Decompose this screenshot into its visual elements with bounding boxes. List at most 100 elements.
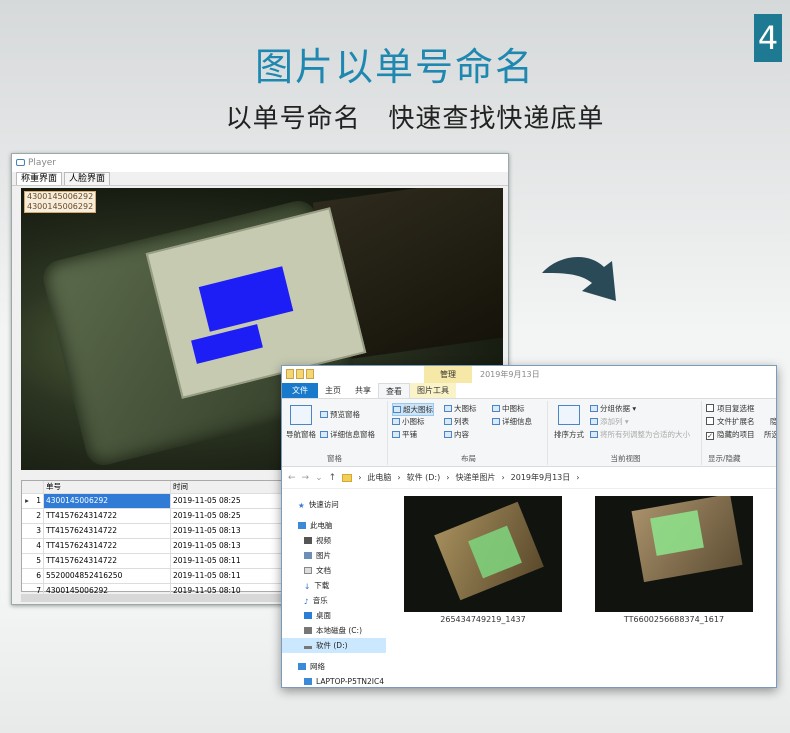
download-icon: ↓ (304, 582, 311, 591)
back-icon[interactable]: ← (288, 473, 296, 483)
file-name[interactable]: 265434749219_1437 (404, 615, 562, 624)
quick-access-toolbar (286, 369, 314, 379)
cell-order[interactable]: TT4157624314722 (44, 554, 171, 568)
folder-icon (342, 473, 353, 482)
checkbox-checked[interactable]: ✓ (706, 432, 714, 440)
curved-arrow-icon (542, 256, 616, 301)
ribbon-group-label: 显示/隐藏 (708, 454, 741, 463)
tab-picture-tools[interactable]: 图片工具 (410, 383, 456, 398)
group-by-icon (590, 405, 598, 412)
item-checkboxes-toggle[interactable]: 项目复选框 (706, 403, 755, 414)
file-extensions-toggle[interactable]: 文件扩展名 (706, 416, 755, 427)
nav-item-network[interactable]: 网络 (282, 659, 386, 674)
size-columns-button[interactable]: 将所有列调整为合适的大小 (590, 429, 690, 440)
breadcrumb-item[interactable]: 软件 (D:) (407, 472, 441, 483)
recent-locations-icon[interactable]: ⌄ (315, 473, 323, 483)
checkbox[interactable] (706, 417, 714, 425)
music-icon: ♪ (304, 597, 309, 606)
nav-item-desktop[interactable]: 桌面 (282, 608, 386, 623)
nav-item-local-disk[interactable]: 本地磁盘 (C:) (282, 623, 386, 638)
up-icon[interactable]: ↑ (329, 473, 337, 483)
ribbon-group-panes: 导航窗格 预览窗格 详细信息窗格 窗格 (282, 401, 388, 465)
breadcrumb-item[interactable]: 快递单图片 (455, 472, 495, 483)
preview-pane-button[interactable]: 预览窗格 (320, 409, 360, 420)
list-icon (444, 418, 452, 425)
drive-icon (304, 646, 312, 649)
nav-item-pictures[interactable]: 图片 (282, 548, 386, 563)
manage-context-label: 管理 (424, 366, 472, 383)
file-thumbnail[interactable] (595, 496, 753, 612)
nav-item-software-disk[interactable]: 软件 (D:) (282, 638, 386, 653)
nav-item-music[interactable]: ♪ 音乐 (282, 593, 386, 608)
layout-medium-icons[interactable]: 中图标 (492, 403, 525, 414)
new-folder-icon[interactable] (306, 369, 314, 379)
navigation-pane-button[interactable]: 导航窗格 (286, 429, 316, 440)
computer-icon (298, 522, 306, 529)
layout-xl-icons[interactable]: 超大图标 (392, 403, 434, 416)
star-icon: ★ (298, 501, 305, 510)
file-name[interactable]: TT6600256688374_1617 (595, 615, 753, 624)
player-tabs: 称重界面 人脸界面 (12, 172, 508, 186)
layout-content[interactable]: 内容 (444, 429, 469, 440)
desktop-icon (304, 612, 312, 619)
breadcrumb-item[interactable]: 2019年9月13日 (511, 472, 571, 483)
add-columns-button[interactable]: 添加列 ▾ (590, 416, 629, 427)
layout-large-icons[interactable]: 大图标 (444, 403, 477, 414)
layout-list[interactable]: 列表 (444, 416, 469, 427)
details-icon (492, 418, 500, 425)
ribbon-group-layout: 超大图标 大图标 中图标 小图标 列表 详细信息 平铺 内容 布局 (390, 401, 548, 465)
checkbox[interactable] (706, 404, 714, 412)
layout-small-icons[interactable]: 小图标 (392, 416, 425, 427)
network-icon (298, 663, 306, 670)
tab-view[interactable]: 查看 (378, 383, 410, 398)
cell-order[interactable]: 5520004852416250 (44, 569, 171, 583)
details-pane-button[interactable]: 详细信息窗格 (320, 429, 375, 440)
file-thumbnail[interactable] (404, 496, 562, 612)
properties-icon[interactable] (296, 369, 304, 379)
layout-details[interactable]: 详细信息 (492, 416, 532, 427)
row-number: 3 (32, 524, 44, 538)
nav-item-downloads[interactable]: ↓ 下载 (282, 578, 386, 593)
ribbon-group-current-view: 排序方式 分组依据 ▾ 添加列 ▾ 将所有列调整为合适的大小 当前视图 (550, 401, 702, 465)
sort-by-button[interactable]: 排序方式 (554, 429, 584, 440)
content-icon (444, 431, 452, 438)
cell-order[interactable]: TT4157624314722 (44, 509, 171, 523)
ribbon-tabs: 文件 主页 共享 查看 图片工具 (282, 383, 776, 399)
tab-file[interactable]: 文件 (282, 383, 318, 398)
cell-order[interactable]: TT4157624314722 (44, 539, 171, 553)
tab-home[interactable]: 主页 (318, 383, 348, 398)
file-list: 265434749219_1437 TT6600256688374_1617 (386, 491, 776, 687)
ribbon-group-label: 窗格 (327, 454, 342, 463)
tab-face[interactable]: 人脸界面 (64, 172, 111, 185)
preview-pane-icon (320, 411, 328, 418)
player-title: Player (28, 158, 57, 168)
hide-selected-button[interactable]: 隐 (770, 416, 776, 427)
xl-icons-icon (393, 406, 401, 413)
hidden-items-toggle[interactable]: ✓ 隐藏的项目 (706, 429, 755, 440)
nav-item-documents[interactable]: 文档 (282, 563, 386, 578)
nav-item-quick-access[interactable]: ★ 快速访问 (282, 497, 386, 512)
cell-order[interactable]: TT4157624314722 (44, 524, 171, 538)
cell-order[interactable]: 4300145006292 (44, 494, 171, 508)
page-subtitle: 以单号命名 快速查找快递底单 (225, 104, 605, 134)
nav-item-this-pc[interactable]: 此电脑 (282, 518, 386, 533)
row-number: 4 (32, 539, 44, 553)
navigation-pane: ★ 快速访问 此电脑 视频 图片 文档 ↓ 下载 ♪ 音乐 桌面 本地磁盘 (C:) … (282, 491, 386, 687)
breadcrumb[interactable]: › 此电脑 › 软件 (D:) › 快递单图片 › 2019年9月13日 › (342, 472, 579, 483)
breadcrumb-item[interactable]: 此电脑 (367, 472, 391, 483)
add-columns-icon (590, 418, 598, 425)
column-header-order[interactable]: 单号 (44, 481, 171, 493)
ribbon-group-label: 当前视图 (610, 454, 641, 463)
layout-tiles[interactable]: 平铺 (392, 429, 417, 440)
computer-icon (304, 678, 312, 685)
group-by-button[interactable]: 分组依据 ▾ (590, 403, 636, 414)
selected-items-button[interactable]: 所选 (764, 429, 776, 440)
navigation-pane-icon (290, 405, 312, 425)
forward-icon[interactable]: → (302, 473, 310, 483)
file-explorer-window: 管理 2019年9月13日 文件 主页 共享 查看 图片工具 导航窗格 预览窗格… (281, 365, 777, 688)
folder-icon[interactable] (286, 369, 294, 379)
nav-item-laptop[interactable]: LAPTOP-P5TN2IC4 (282, 674, 386, 687)
tab-weighing[interactable]: 称重界面 (16, 172, 63, 185)
tab-share[interactable]: 共享 (348, 383, 378, 398)
nav-item-videos[interactable]: 视频 (282, 533, 386, 548)
